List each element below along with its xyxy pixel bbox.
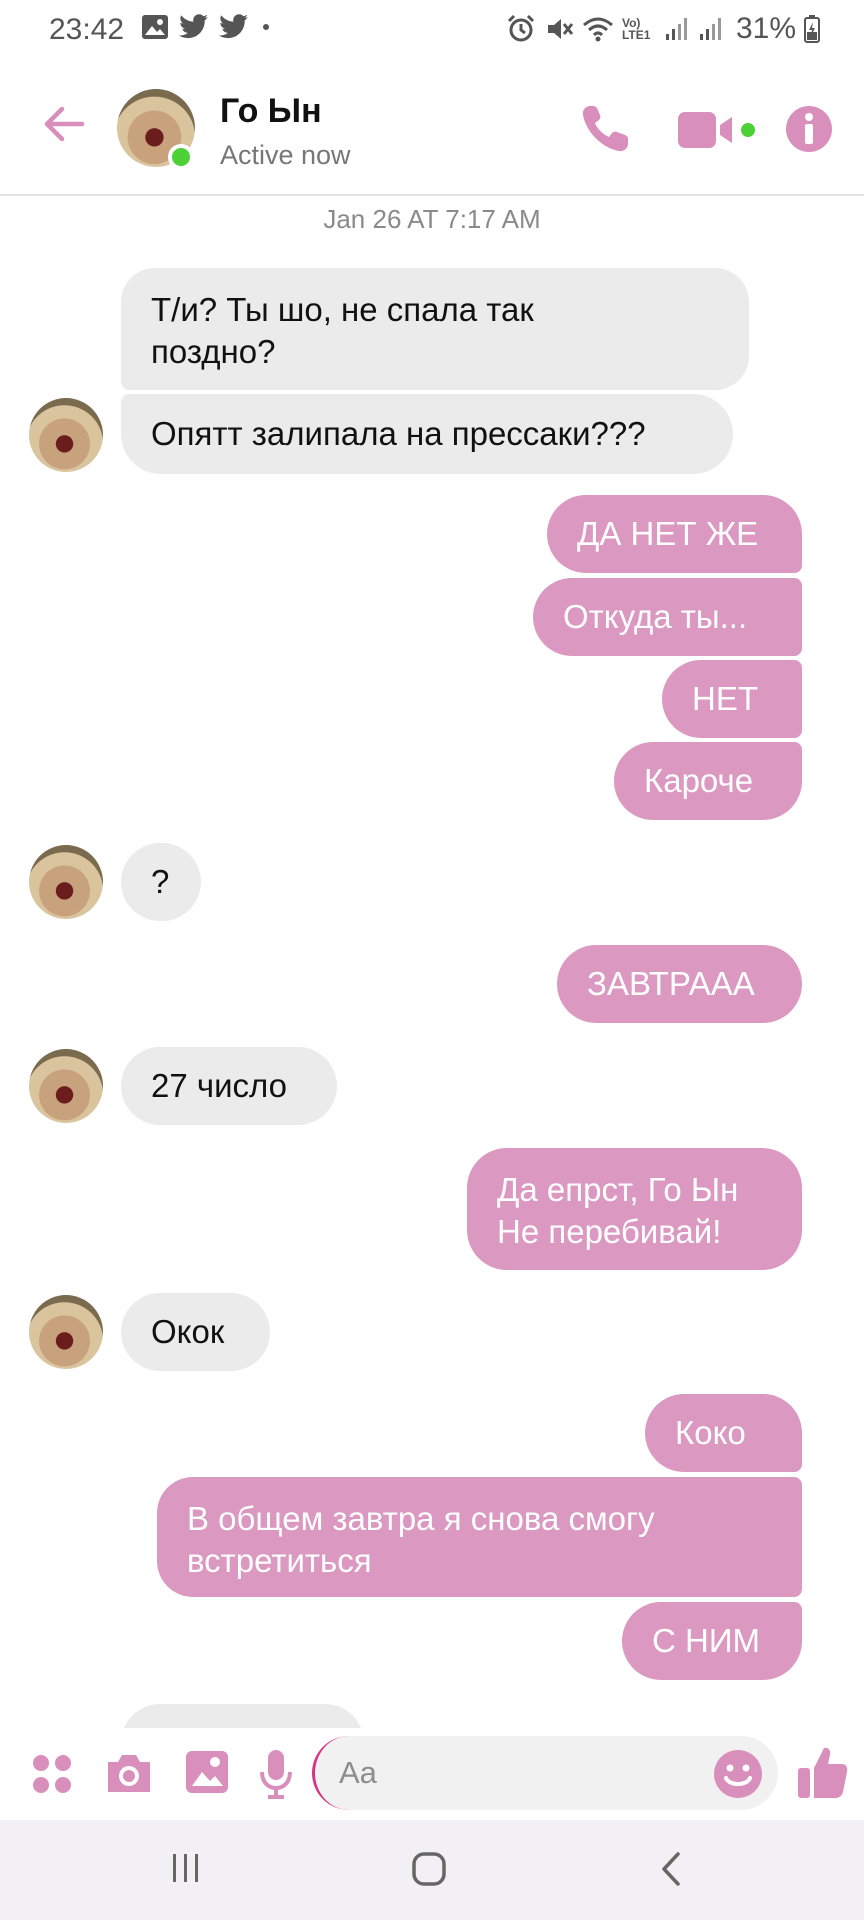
battery-icon [804,15,820,43]
info-icon[interactable] [784,104,834,154]
outgoing-message[interactable]: Да епрст, Го Ын Не перебивай! [467,1148,802,1270]
thumbs-up-icon[interactable] [796,1744,850,1800]
outgoing-message[interactable]: С НИМ [622,1602,802,1680]
message-text: ? [151,863,170,900]
message-text: НЕТ [692,680,758,717]
status-time: 23:42 [49,13,125,46]
recent-apps-icon[interactable] [168,1850,204,1886]
message-composer [0,1728,864,1820]
message-input[interactable] [312,1736,778,1810]
status-bar: 23:42 Vo) LTE1 31% [0,0,864,60]
emoji-icon[interactable] [712,1748,764,1800]
chat-header: Го Ын Active now [0,60,864,196]
outgoing-message[interactable]: НЕТ [662,660,802,738]
dot-icon [263,24,269,30]
message-thread[interactable]: Jan 26 AT 7:17 AM Т/и? Ты шо, не спала т… [0,198,864,1728]
message-text: Опятт залипала на прессаки??? [151,415,646,452]
incoming-message[interactable]: Окок [121,1293,270,1371]
message-text: С НИМ [652,1622,761,1659]
apps-icon[interactable] [30,1752,74,1796]
home-icon[interactable] [410,1850,448,1888]
message-text: 27 число [151,1067,287,1104]
signal-icon [665,18,687,40]
twitter-icon [179,14,208,39]
video-call-icon[interactable] [676,108,756,152]
system-navigation-bar [0,1820,864,1920]
microphone-icon[interactable] [258,1748,294,1800]
contact-name[interactable]: Го Ын [220,92,322,131]
message-timestamp: Jan 26 AT 7:17 AM [323,204,541,234]
message-text-line: Да епрст, Го Ын [497,1171,739,1208]
signal-icon [699,18,721,40]
message-text: Кароче [644,762,754,799]
outgoing-message[interactable]: Откуда ты... [533,578,802,656]
online-status-dot [168,144,194,170]
incoming-message[interactable]: 27 число [121,1047,337,1125]
contact-active-status: Active now [220,140,351,170]
status-notification-icons [141,14,273,40]
back-icon[interactable] [656,1850,686,1888]
phone-call-icon[interactable] [578,102,632,156]
battery-percent: 31% [735,12,796,45]
message-text-line: В общем завтра я снова смогу [187,1500,655,1537]
incoming-message-partial[interactable] [121,1704,364,1728]
volte-icon: Vo) LTE1 [621,16,651,42]
outgoing-message[interactable]: ЗАВТРААА [557,945,802,1023]
incoming-message[interactable]: Т/и? Ты шо, не спала так поздно? [121,268,749,390]
message-text-line: поздно? [151,333,276,370]
outgoing-message[interactable]: В общем завтра я снова смогу встретиться [157,1477,802,1597]
twitter-icon [219,14,248,39]
contact-avatar-small[interactable] [29,1049,103,1123]
contact-avatar-small[interactable] [29,845,103,919]
status-system-icons: Vo) LTE1 31% [506,12,820,46]
gallery-icon [142,15,168,39]
message-text-line: Не перебивай! [497,1213,722,1250]
message-text: Окок [151,1313,225,1350]
outgoing-message[interactable]: Коко [645,1394,802,1472]
message-text: ЗАВТРААА [587,965,755,1002]
message-text: ДА НЕТ ЖЕ [577,515,759,552]
wifi-icon [582,17,613,42]
outgoing-message[interactable]: Кароче [614,742,802,820]
image-icon[interactable] [184,1748,230,1796]
message-text-line: Т/и? Ты шо, не спала так [151,291,534,328]
message-text: Коко [675,1414,746,1451]
incoming-message[interactable]: ? [121,843,201,921]
message-text: Откуда ты... [563,598,748,635]
mute-icon [547,19,574,39]
alarm-icon [507,14,535,42]
contact-avatar-small[interactable] [29,1295,103,1369]
camera-icon[interactable] [104,1750,154,1796]
incoming-message[interactable]: Опятт залипала на прессаки??? [121,394,733,474]
contact-avatar-small[interactable] [29,398,103,472]
message-text-line: встретиться [187,1542,372,1579]
back-arrow-icon[interactable] [40,100,88,148]
outgoing-message[interactable]: ДА НЕТ ЖЕ [547,495,802,573]
